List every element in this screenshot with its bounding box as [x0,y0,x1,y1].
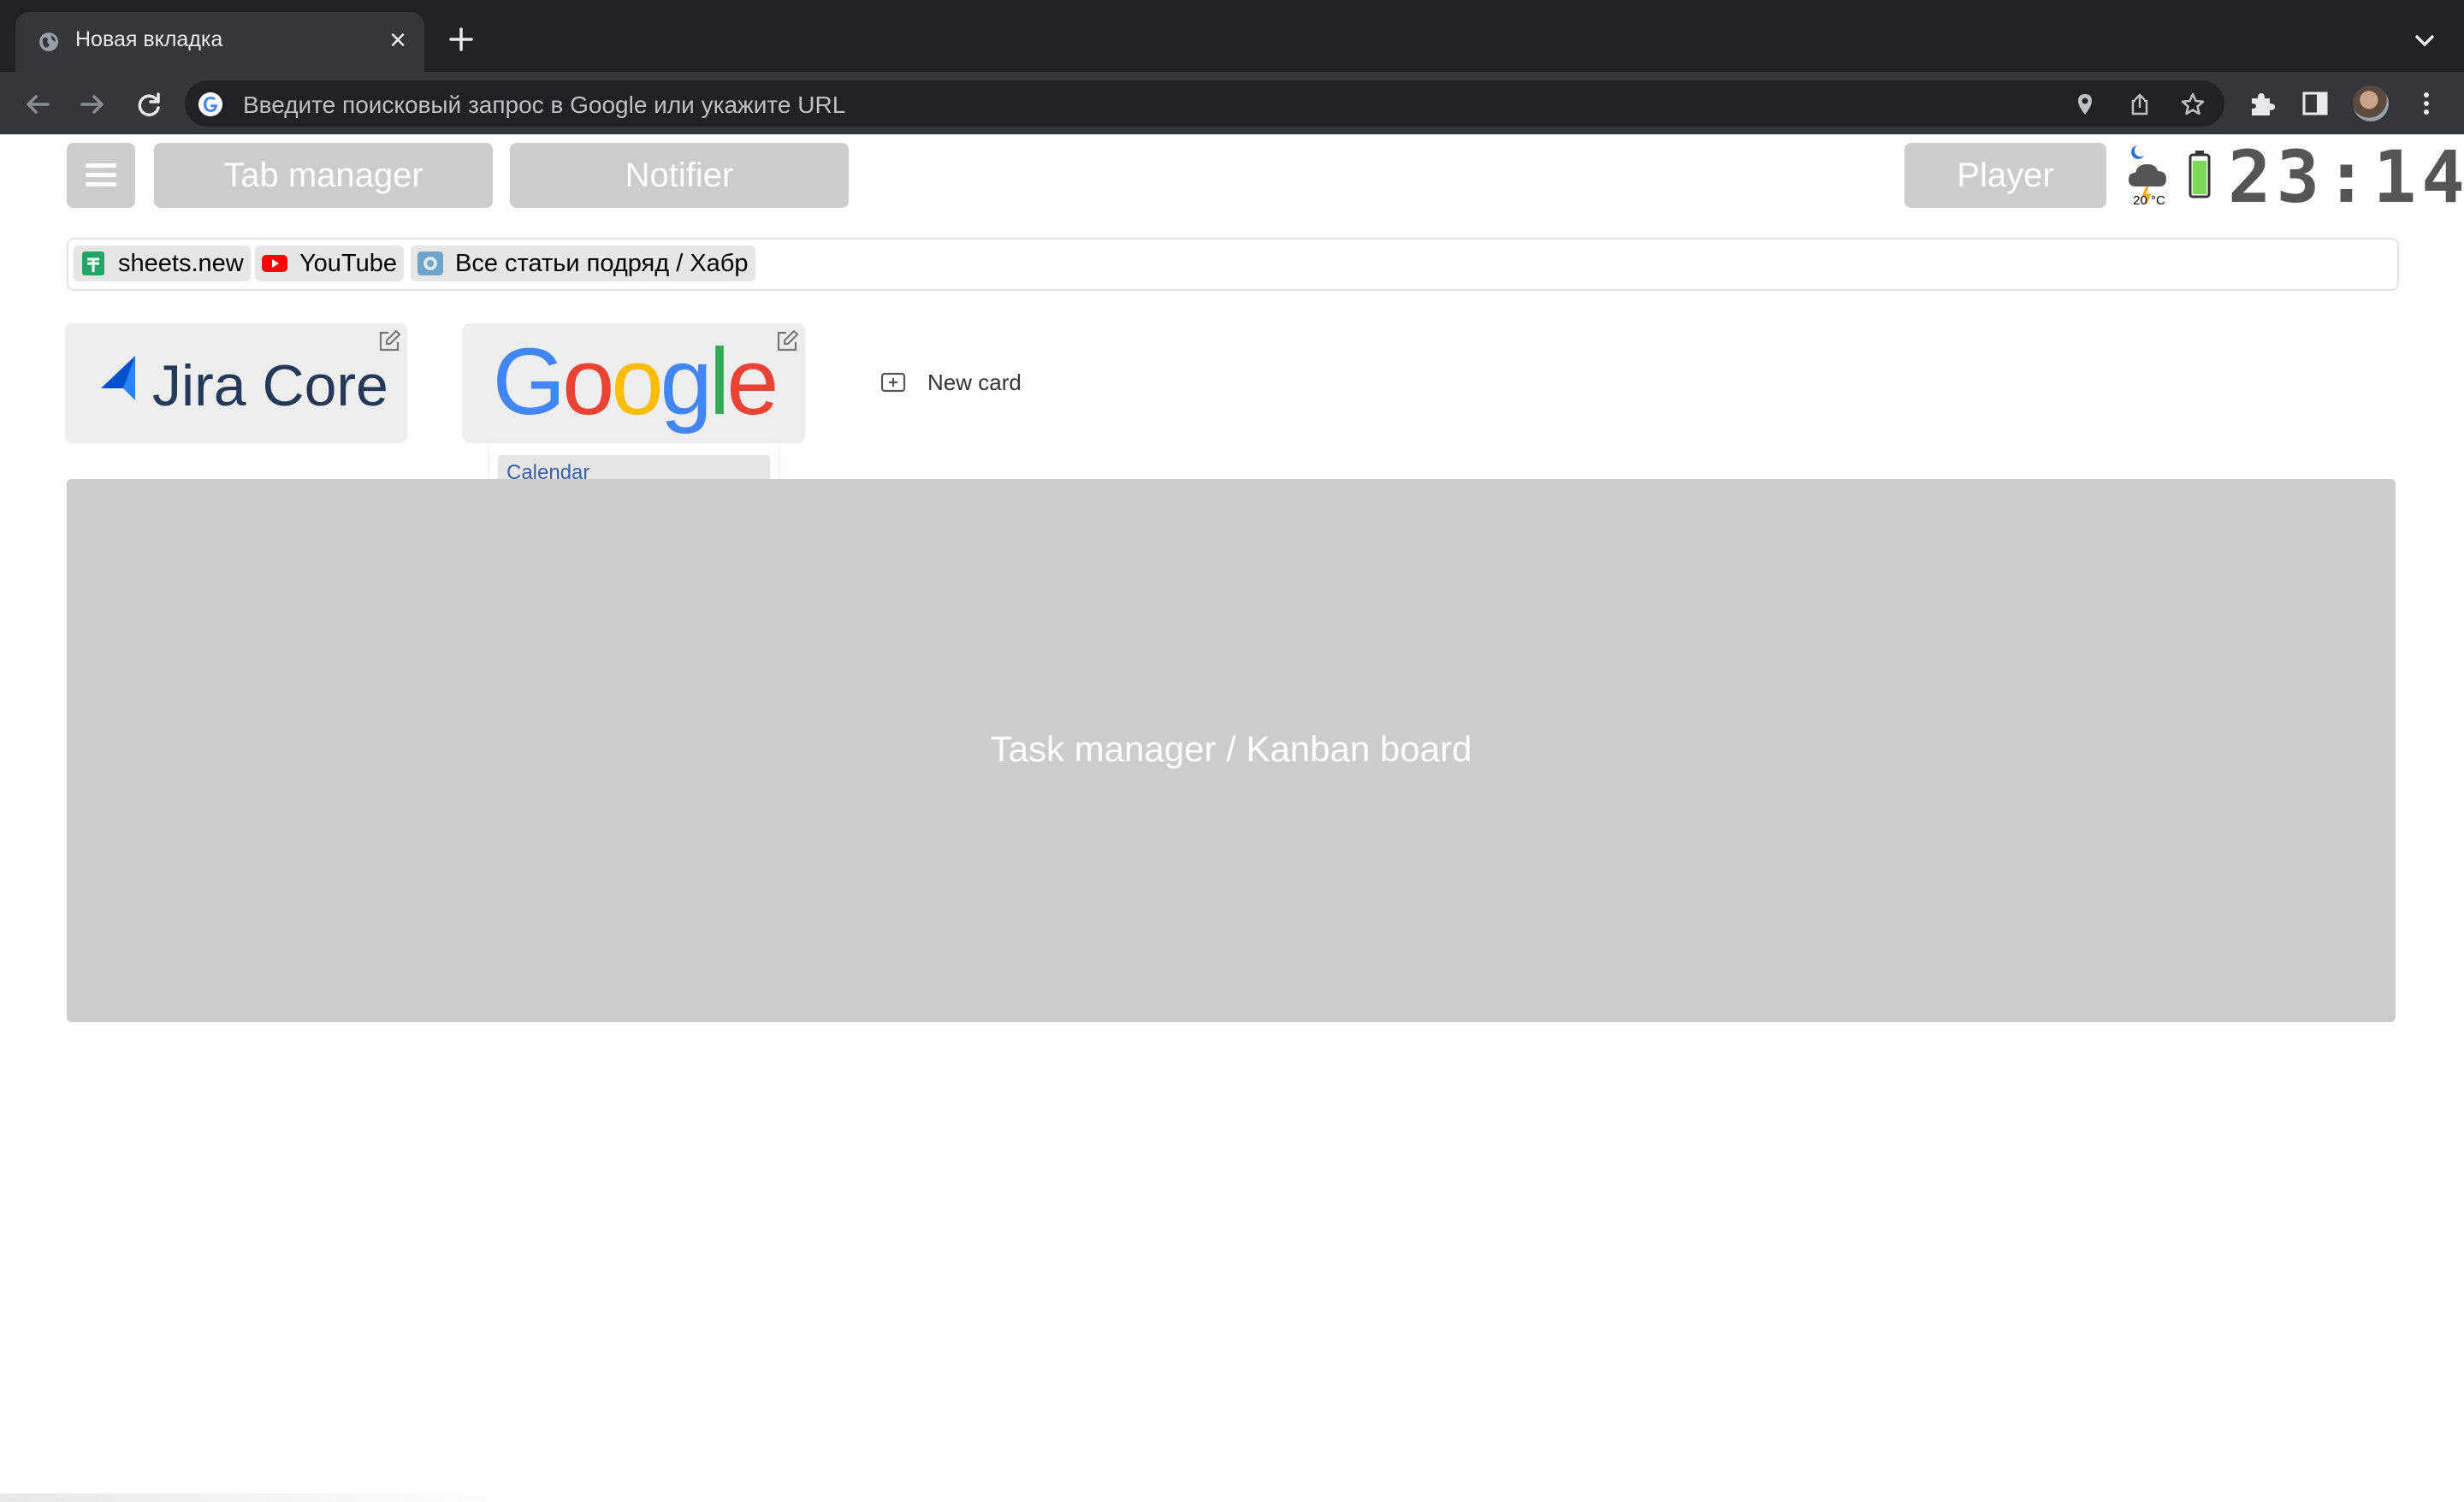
more-vert-icon[interactable] [2411,88,2442,119]
bookmark-label: sheets.new [118,250,244,277]
tab-manager-button[interactable]: Tab manager [154,143,493,208]
notifier-button[interactable]: Notifier [510,143,849,208]
forward-icon[interactable] [75,87,110,121]
kanban-board[interactable]: Task manager / Kanban board [67,479,2396,1022]
bookmarks-bar: sheets.new YouTube Все статьи подряд / Х… [67,238,2399,291]
extensions-icon[interactable] [2247,88,2277,119]
card-jira[interactable]: Jira Core [65,323,407,443]
player-button[interactable]: Player [1904,143,2106,208]
divider [0,1493,496,1502]
browser-chrome: Новая вкладка × Введите поисковый запрос… [0,0,2464,134]
browser-tab[interactable]: Новая вкладка × [15,12,424,72]
profile-avatar[interactable] [2353,86,2389,121]
card-google[interactable]: Google [463,323,805,443]
close-icon[interactable]: × [383,26,412,55]
clock: 23:14 [2228,135,2464,219]
bookmark-label: Все статьи подряд / Хабр [455,250,749,277]
chevron-down-icon[interactable] [2409,28,2440,54]
address-placeholder: Введите поисковый запрос в Google или ук… [243,92,846,118]
plus-icon[interactable] [446,24,477,55]
edit-icon[interactable] [376,328,402,354]
card-title: Jira Core [152,353,388,418]
bookmark-youtube[interactable]: YouTube [255,245,404,281]
menu-button[interactable] [67,143,135,208]
tab-title: Новая вкладка [75,27,223,51]
globe-icon [39,33,58,51]
battery-icon [2189,151,2211,198]
location-pin-icon[interactable] [2072,92,2098,117]
kanban-label: Task manager / Kanban board [990,729,1472,769]
reload-icon[interactable] [132,87,166,121]
google-logo: Google [492,329,779,435]
share-icon[interactable] [2127,92,2153,117]
new-card-label: New card [927,370,1022,395]
bookmark-habr[interactable]: Все статьи подряд / Хабр [411,245,755,281]
back-icon[interactable] [21,87,55,121]
sheets-icon [82,251,104,275]
add-card-icon [880,372,906,393]
toolbar: Введите поисковый запрос в Google или ук… [0,72,2464,134]
bookmark-label: YouTube [299,250,397,277]
habr-icon [418,251,443,275]
hamburger-icon [86,163,116,168]
youtube-icon [262,255,287,272]
jira-icon [101,356,135,400]
star-icon[interactable] [2180,92,2206,117]
bookmark-sheets[interactable]: sheets.new [74,245,251,281]
google-icon [198,92,222,116]
weather-temperature: 20 °C [2133,193,2165,208]
address-bar[interactable]: Введите поисковый запрос в Google или ук… [185,80,2224,127]
side-panel-icon[interactable] [2300,88,2331,119]
edit-icon[interactable] [774,328,800,354]
